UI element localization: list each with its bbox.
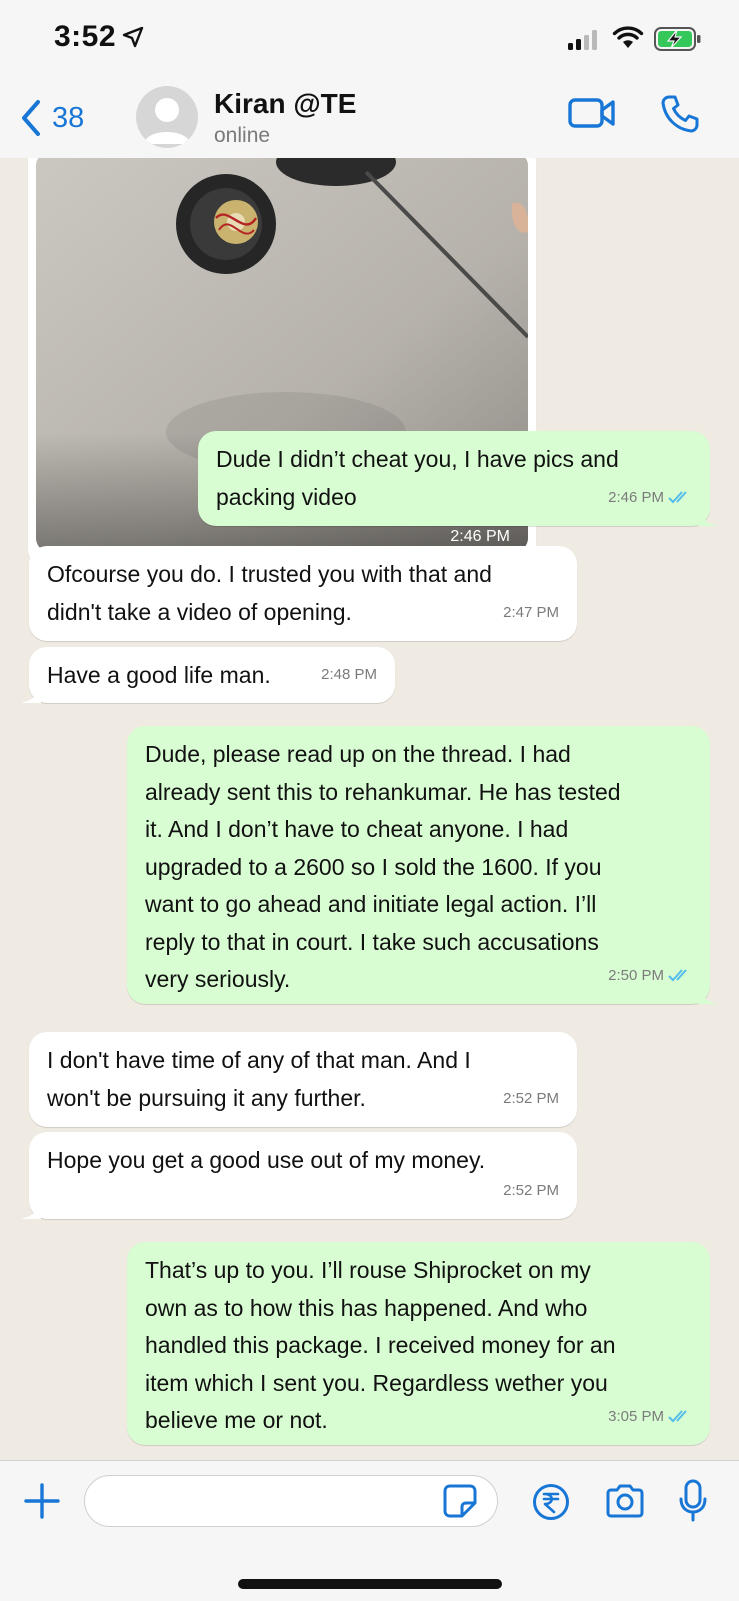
outgoing-message[interactable]: Dude I didn’t cheat you, I have pics and… <box>198 431 718 526</box>
outgoing-message[interactable]: That’s up to you. I’ll rouse Shiprocket … <box>127 1242 710 1445</box>
message-time: 2:52 PM <box>503 1181 559 1199</box>
battery-charging-icon <box>654 27 701 51</box>
back-button[interactable]: 38 <box>20 96 84 140</box>
video-call-icon[interactable] <box>568 96 616 130</box>
outgoing-message[interactable]: Dude, please read up on the thread. I ha… <box>127 726 718 1004</box>
unread-count: 38 <box>52 101 85 134</box>
incoming-message[interactable]: I don't have time of any of that man. An… <box>29 1032 577 1127</box>
read-receipt-icon <box>668 491 687 504</box>
rupee-payment-icon[interactable] <box>532 1483 570 1521</box>
message-time: 2:50 PM <box>608 966 664 984</box>
message-meta: 2:47 PM <box>503 594 559 632</box>
cellular-signal-icon <box>568 30 597 50</box>
message-time: 2:52 PM <box>503 1089 559 1107</box>
message-time: 3:05 PM <box>608 1407 664 1425</box>
incoming-message[interactable]: Hope you get a good use out of my money.… <box>21 1132 577 1219</box>
sticker-icon[interactable] <box>442 1483 478 1519</box>
message-meta: 2:52 PM <box>503 1080 559 1118</box>
message-meta: 3:05 PM <box>608 1398 692 1436</box>
message-text: I don't have time of any of that man. An… <box>47 1047 471 1111</box>
status-bar: 3:52 <box>0 0 739 78</box>
message-time: 2:46 PM <box>450 528 510 545</box>
message-time: 2:46 PM <box>608 488 664 506</box>
default-avatar-icon <box>144 98 190 144</box>
chevron-left-icon <box>22 100 40 136</box>
contact-name[interactable]: Kiran @TE <box>214 88 356 120</box>
read-receipt-icon <box>668 1410 687 1423</box>
wifi-icon <box>612 26 644 48</box>
message-text: Hope you get a good use out of my money. <box>47 1147 486 1173</box>
incoming-message[interactable]: Ofcourse you do. I trusted you with that… <box>29 546 577 641</box>
home-indicator[interactable] <box>238 1579 502 1589</box>
message-time: 2:48 PM <box>321 665 377 683</box>
chat-header: 38 Kiran @TE online <box>0 78 739 159</box>
bubble-tail <box>21 1201 41 1219</box>
contact-status: online <box>214 124 271 147</box>
bubble-tail <box>698 508 718 526</box>
bubble-tail <box>21 685 41 703</box>
incoming-message[interactable]: Have a good life man. 2:48 PM <box>21 647 395 703</box>
message-meta: 2:46 PM <box>608 479 692 517</box>
camera-icon[interactable] <box>604 1483 646 1519</box>
location-arrow-icon <box>122 26 144 48</box>
phone-call-icon[interactable] <box>660 94 700 134</box>
status-time: 3:52 <box>54 20 117 53</box>
message-input[interactable] <box>84 1475 498 1527</box>
microphone-icon[interactable] <box>678 1479 708 1523</box>
input-bar <box>0 1460 739 1601</box>
message-meta: 2:52 PM <box>503 1172 559 1210</box>
message-time: 2:47 PM <box>503 603 559 621</box>
message-text: Ofcourse you do. I trusted you with that… <box>47 561 492 625</box>
message-meta: 2:50 PM <box>608 957 692 995</box>
bubble-tail <box>698 986 718 1004</box>
chat-area[interactable]: 2:46 PM Dude I didn’t cheat you, I have … <box>0 158 739 1460</box>
message-text-field[interactable] <box>103 1476 437 1526</box>
message-meta: 2:48 PM <box>321 656 377 694</box>
avatar[interactable] <box>136 86 198 148</box>
read-receipt-icon <box>668 969 687 982</box>
plus-icon[interactable] <box>22 1481 62 1521</box>
